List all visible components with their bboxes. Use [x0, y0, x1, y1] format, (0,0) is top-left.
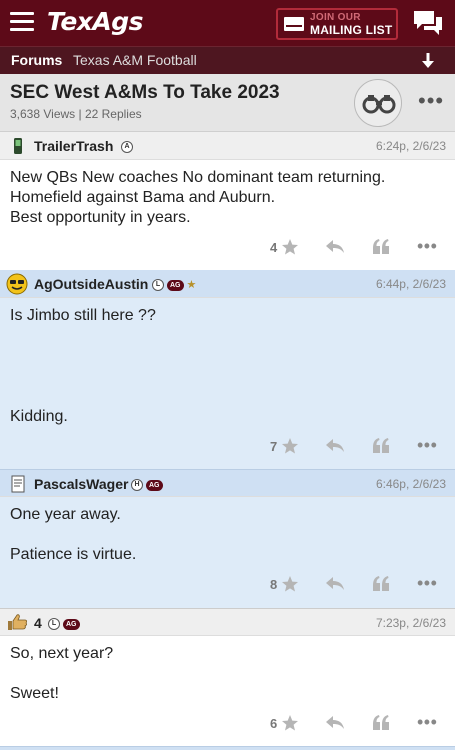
phone-avatar-icon[interactable]	[9, 137, 27, 155]
reply-icon[interactable]	[325, 239, 345, 255]
quote-icon[interactable]	[372, 714, 390, 732]
mail-icon	[284, 17, 304, 31]
post-body: Is Jimbo still here ?? Kidding. 7 •••	[0, 298, 455, 469]
breadcrumb-section[interactable]: Texas A&M Football	[73, 52, 197, 68]
more-icon[interactable]: •••	[417, 712, 437, 733]
arrow-down-icon[interactable]	[419, 52, 437, 70]
mailing-list-button[interactable]: JOIN OUR MAILING LIST	[276, 8, 398, 40]
post-text-line: New QBs New coaches No dominant team ret…	[10, 169, 386, 186]
post-time: 6:24p, 2/6/23	[375, 139, 446, 153]
badge-ag: AG	[63, 618, 80, 630]
user-badges: H AG	[131, 478, 163, 492]
post-body: So, next year? Sweet! 6 •••	[0, 636, 455, 746]
post-username[interactable]: PascalsWager	[34, 476, 128, 492]
post-text-line: So, next year?	[10, 645, 114, 662]
quote-icon[interactable]	[372, 575, 390, 593]
like-count: 4	[270, 240, 278, 255]
post-text-line: Is Jimbo still here ??	[10, 307, 156, 324]
post-header: TrailerTrash A 6:24p, 2/6/23	[0, 132, 455, 160]
post: TrailerTrash A 6:24p, 2/6/23 New QBs New…	[0, 132, 455, 270]
reply-icon[interactable]	[325, 438, 345, 454]
top-navbar: TexAgs JOIN OUR MAILING LIST	[0, 0, 455, 46]
quote-icon[interactable]	[372, 437, 390, 455]
star-icon[interactable]	[281, 437, 299, 455]
post-header: AgOutsideAustin L AG ★ 6:44p, 2/6/23	[0, 270, 455, 298]
thread-stats: 3,638 Views | 22 Replies	[10, 107, 142, 121]
next-post-edge	[0, 746, 455, 750]
badge-ag: AG	[167, 279, 184, 291]
thread-more-icon[interactable]: •••	[418, 88, 444, 114]
badge-h: H	[131, 479, 143, 491]
post-text-line: One year away.	[10, 506, 121, 523]
post: 4 L AG 7:23p, 2/6/23 So, next year? Swee…	[0, 608, 455, 746]
post-text-line: Homefield against Bama and Auburn.	[10, 189, 276, 206]
hamburger-icon[interactable]	[10, 12, 34, 32]
breadcrumb: Forums Texas A&M Football	[0, 46, 455, 74]
quote-icon[interactable]	[372, 238, 390, 256]
badge-star-icon: ★	[186, 279, 197, 291]
post-actions: 7 •••	[0, 435, 455, 459]
more-icon[interactable]: •••	[417, 435, 437, 456]
site-logo[interactable]: TexAgs	[47, 7, 144, 36]
watch-thread-button[interactable]	[354, 79, 402, 127]
post-actions: 4 •••	[0, 236, 455, 260]
binoculars-icon	[362, 95, 396, 114]
post-username[interactable]: TrailerTrash	[34, 138, 113, 154]
post: AgOutsideAustin L AG ★ 6:44p, 2/6/23 Is …	[0, 270, 455, 469]
like-count: 8	[270, 577, 278, 592]
star-icon[interactable]	[281, 238, 299, 256]
post-time: 7:23p, 2/6/23	[375, 616, 446, 630]
post-text-line: Kidding.	[10, 408, 68, 425]
thread-header: SEC West A&Ms To Take 2023 3,638 Views |…	[0, 74, 455, 132]
mailing-line1: JOIN OUR	[310, 12, 361, 23]
user-badges: L AG ★	[152, 278, 196, 292]
post-body: One year away. Patience is virtue. 8 •••	[0, 497, 455, 608]
more-icon[interactable]: •••	[417, 236, 437, 257]
mailing-line2: MAILING LIST	[310, 23, 393, 37]
user-badges: L AG	[48, 617, 80, 631]
post-header: PascalsWager H AG 6:46p, 2/6/23	[0, 469, 455, 497]
badge-l: L	[152, 279, 164, 291]
post-username[interactable]: 4	[34, 615, 42, 631]
breadcrumb-forums[interactable]: Forums	[11, 52, 62, 68]
thread-title: SEC West A&Ms To Take 2023	[10, 82, 280, 103]
document-avatar-icon[interactable]	[9, 475, 27, 493]
reply-icon[interactable]	[325, 715, 345, 731]
post-time: 6:46p, 2/6/23	[375, 477, 446, 491]
star-icon[interactable]	[281, 575, 299, 593]
badge-l: L	[48, 618, 60, 630]
post-actions: 6 •••	[0, 712, 455, 736]
post-time: 6:44p, 2/6/23	[375, 277, 446, 291]
post-header: 4 L AG 7:23p, 2/6/23	[0, 608, 455, 636]
like-count: 7	[270, 439, 278, 454]
post: PascalsWager H AG 6:46p, 2/6/23 One year…	[0, 469, 455, 608]
badge-a: A	[121, 141, 133, 153]
star-icon[interactable]	[281, 714, 299, 732]
user-badges: A	[121, 140, 133, 154]
like-count: 6	[270, 716, 278, 731]
post-text-line: Patience is virtue.	[10, 546, 137, 563]
post-text-line: Best opportunity in years.	[10, 209, 191, 226]
reply-icon[interactable]	[325, 576, 345, 592]
smiley-avatar-icon[interactable]	[6, 273, 28, 295]
post-actions: 8 •••	[0, 573, 455, 597]
post-text-line: Sweet!	[10, 685, 59, 702]
thumbs-up-avatar-icon[interactable]	[6, 613, 28, 631]
post-username[interactable]: AgOutsideAustin	[34, 276, 148, 292]
badge-ag: AG	[146, 479, 163, 491]
more-icon[interactable]: •••	[417, 573, 437, 594]
post-body: New QBs New coaches No dominant team ret…	[0, 160, 455, 270]
chat-icon[interactable]	[412, 9, 444, 37]
